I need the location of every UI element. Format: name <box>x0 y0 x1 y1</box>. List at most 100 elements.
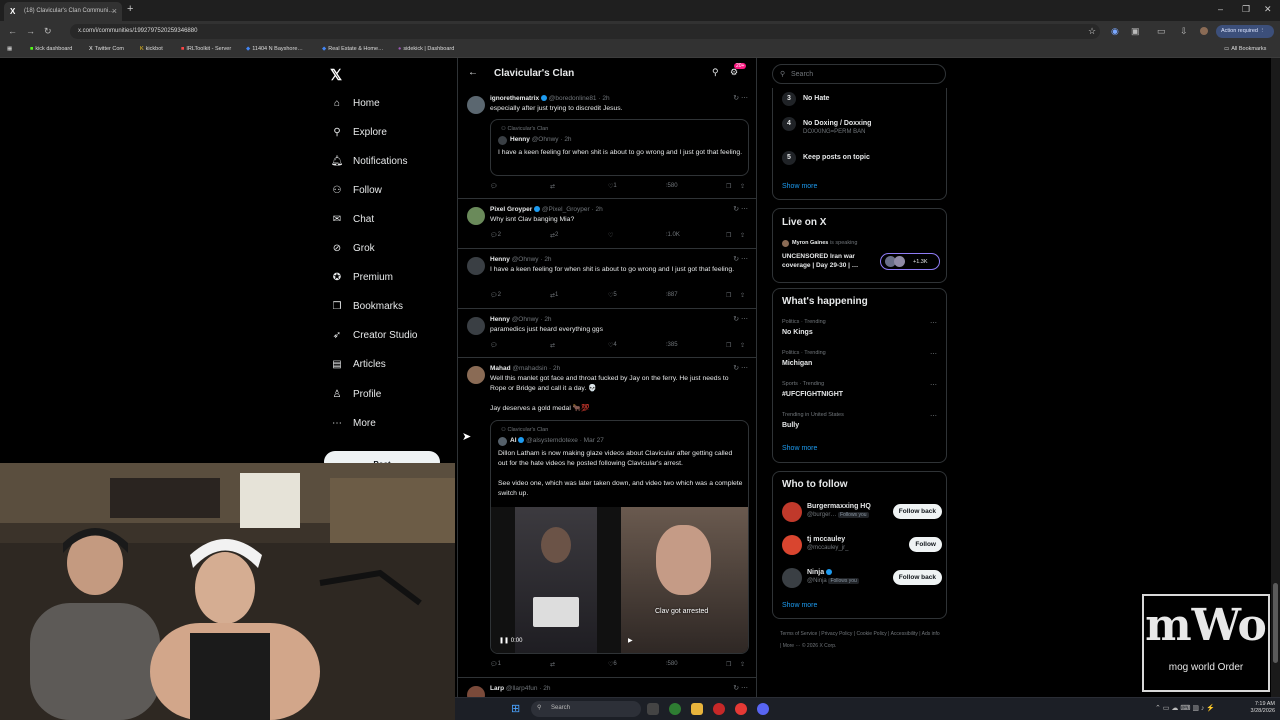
post[interactable]: Pixel Groyper @Pixel_Groyper · 2h ↻ ⋯ Wh… <box>458 199 756 249</box>
nav-profile[interactable]: ♙ Profile <box>330 389 382 400</box>
new-tab-icon[interactable]: + <box>127 3 133 15</box>
profile-avatar[interactable] <box>1200 27 1208 35</box>
quoted-post[interactable]: ⚇ Clavicular's Clan Henny @Ohnwy · 2h I … <box>490 119 749 176</box>
more-options-icon[interactable]: ↻ ⋯ <box>733 315 748 323</box>
author-name[interactable]: Larp <box>490 685 504 692</box>
bookmark-kick-dashboard[interactable]: ■ kick dashboard <box>30 46 72 52</box>
taskbar-search[interactable]: ⚲ Search <box>531 701 641 717</box>
nav-creator-studio[interactable]: ➶ Creator Studio <box>330 330 418 341</box>
discord-icon[interactable] <box>757 703 769 715</box>
reply-icon[interactable]: 💬︎ 2 <box>490 292 501 299</box>
live-listeners[interactable]: +1.3K <box>880 253 940 270</box>
back-arrow-icon[interactable]: ← <box>468 67 478 78</box>
bookmark-icon[interactable]: ❒ <box>726 661 731 668</box>
nav-premium[interactable]: ✪ Premium <box>330 272 393 283</box>
play-icon[interactable]: ▶ <box>628 637 633 644</box>
reload-icon[interactable]: ↻ <box>44 26 52 37</box>
show-more-link[interactable]: Show more <box>782 445 817 452</box>
author-handle[interactable]: @boredonline81 <box>549 95 597 102</box>
trend-more-icon[interactable]: ⋯ <box>930 350 937 358</box>
chrome-icon[interactable] <box>735 703 747 715</box>
avatar[interactable] <box>467 207 485 225</box>
live-stream-title[interactable]: UNCENSORED Iran war coverage | Day 29-30… <box>782 252 874 270</box>
x-logo-icon[interactable]: 𝕏 <box>330 66 342 84</box>
post-time[interactable]: 2h <box>602 95 609 102</box>
author-handle[interactable]: @mahadsin <box>512 365 547 372</box>
follow-suggestion[interactable]: tj mccauley @mccauley_jr_ Follow <box>782 535 942 559</box>
video-thumbnail-1[interactable] <box>515 507 597 653</box>
views-icon[interactable]: ⫶ 1.0K <box>666 232 680 239</box>
post-time[interactable]: 2h <box>543 685 550 692</box>
video-timestamp[interactable]: ❚❚ 0:00 <box>499 637 522 644</box>
avatar[interactable] <box>467 257 485 275</box>
reply-icon[interactable]: 💬︎ <box>490 183 498 190</box>
post[interactable]: Henny @Ohnwy · 2h ↻ ⋯ I have a keen feel… <box>458 249 756 309</box>
task-view-icon[interactable] <box>647 703 659 715</box>
search-icon[interactable]: ⚲ <box>712 67 719 78</box>
page-scrollbar[interactable] <box>1271 58 1280 700</box>
views-icon[interactable]: ⫶ 580 <box>666 183 678 190</box>
post[interactable]: Henny @Ohnwy · 2h ↻ ⋯ paramedics just he… <box>458 309 756 358</box>
views-icon[interactable]: ⫶ 580 <box>666 661 678 668</box>
avatar[interactable] <box>782 502 802 522</box>
show-more-link[interactable]: Show more <box>782 602 817 609</box>
maximize-icon[interactable]: ❐ <box>1242 4 1250 15</box>
author-handle[interactable]: @Ohnwy <box>512 256 539 263</box>
avatar[interactable] <box>467 366 485 384</box>
repost-icon[interactable]: ⇄ 2 <box>550 232 558 239</box>
reply-icon[interactable]: 💬︎ 2 <box>490 232 501 239</box>
bookmark-icon[interactable]: ❒ <box>726 292 731 299</box>
nav-more[interactable]: ⋯ More <box>330 418 376 429</box>
star-icon[interactable]: ☆ <box>1088 26 1096 37</box>
address-bar[interactable]: x.com/i/communities/1992797520259346880 <box>70 24 1100 39</box>
author-name[interactable]: Henny <box>490 256 510 263</box>
trend-more-icon[interactable]: ⋯ <box>930 412 937 420</box>
avatar[interactable] <box>467 96 485 114</box>
nav-grok[interactable]: ⊘ Grok <box>330 243 375 254</box>
share-icon[interactable]: ⇪ <box>740 342 745 349</box>
post-time[interactable]: 2h <box>544 256 551 263</box>
windows-start-icon[interactable]: ⊞ <box>511 702 520 715</box>
tab-close-icon[interactable]: × <box>112 6 117 16</box>
follow-suggestion[interactable]: Burgermaxxing HQ @burger… Follows you Fo… <box>782 502 942 526</box>
video-player[interactable]: Clav got arrested ❚❚ 0:00 ▶ <box>491 507 748 653</box>
share-icon[interactable]: ⇪ <box>740 232 745 239</box>
nav-notifications[interactable]: 🔔︎ Notifications <box>330 156 408 167</box>
avatar[interactable] <box>782 568 802 588</box>
bookmark-twitter-com[interactable]: X Twitter Com <box>89 46 124 52</box>
trend-name[interactable]: No Kings <box>782 329 813 336</box>
author-name[interactable]: ignorethematrix <box>490 95 539 102</box>
browser-tab[interactable]: X (18) Clavicular's Clan Communi… × <box>4 2 122 21</box>
follow-back-button[interactable]: Follow back <box>892 504 942 519</box>
file-explorer-icon[interactable] <box>691 703 703 715</box>
views-icon[interactable]: ⫶ 887 <box>666 292 678 299</box>
video-thumbnail-2[interactable]: Clav got arrested <box>621 507 748 653</box>
extension-icon[interactable]: ◉ <box>1111 26 1119 37</box>
avatar[interactable] <box>467 317 485 335</box>
bookmark-icon[interactable]: ❒ <box>726 232 731 239</box>
more-options-icon[interactable]: ↻ ⋯ <box>733 255 748 263</box>
bookmark-bayshore[interactable]: ◆ 11404 N Bayshore… <box>246 46 303 52</box>
system-tray-icons[interactable]: ⌃ ▭ ☁ ⌨ ▥ ♪ ⚡ <box>1155 704 1215 712</box>
like-icon[interactable]: ♡ 6 <box>608 661 617 668</box>
repost-icon[interactable]: ⇄ <box>550 661 555 668</box>
bookmark-icon[interactable]: ❒ <box>726 183 731 190</box>
system-clock[interactable]: 7:19 AM 3/28/2026 <box>1235 701 1275 715</box>
repost-icon[interactable]: ⇄ <box>550 342 555 349</box>
follow-back-button[interactable]: Follow back <box>892 570 942 585</box>
reply-icon[interactable]: 💬︎ 1 <box>490 661 501 668</box>
extensions-icon[interactable]: ▣ <box>1131 26 1140 37</box>
download-icon[interactable]: ⇩ <box>1180 26 1188 37</box>
like-icon[interactable]: ♡ <box>608 232 613 239</box>
suggestion-name[interactable]: Burgermaxxing HQ <box>807 503 871 510</box>
sidepanel-icon[interactable]: ▭ <box>1157 26 1166 37</box>
app-icon[interactable] <box>713 703 725 715</box>
bookmark-icon[interactable]: ❒ <box>726 342 731 349</box>
author-name[interactable]: Mahad <box>490 365 511 372</box>
search-input[interactable]: ⚲ Search <box>772 64 946 84</box>
trend-name[interactable]: #UFCFIGHTNIGHT <box>782 391 843 398</box>
share-icon[interactable]: ⇪ <box>740 183 745 190</box>
views-icon[interactable]: ⫶ 385 <box>666 342 678 349</box>
author-name[interactable]: Henny <box>490 316 510 323</box>
follow-suggestion[interactable]: Ninja @Ninja Follows you Follow back <box>782 568 942 592</box>
